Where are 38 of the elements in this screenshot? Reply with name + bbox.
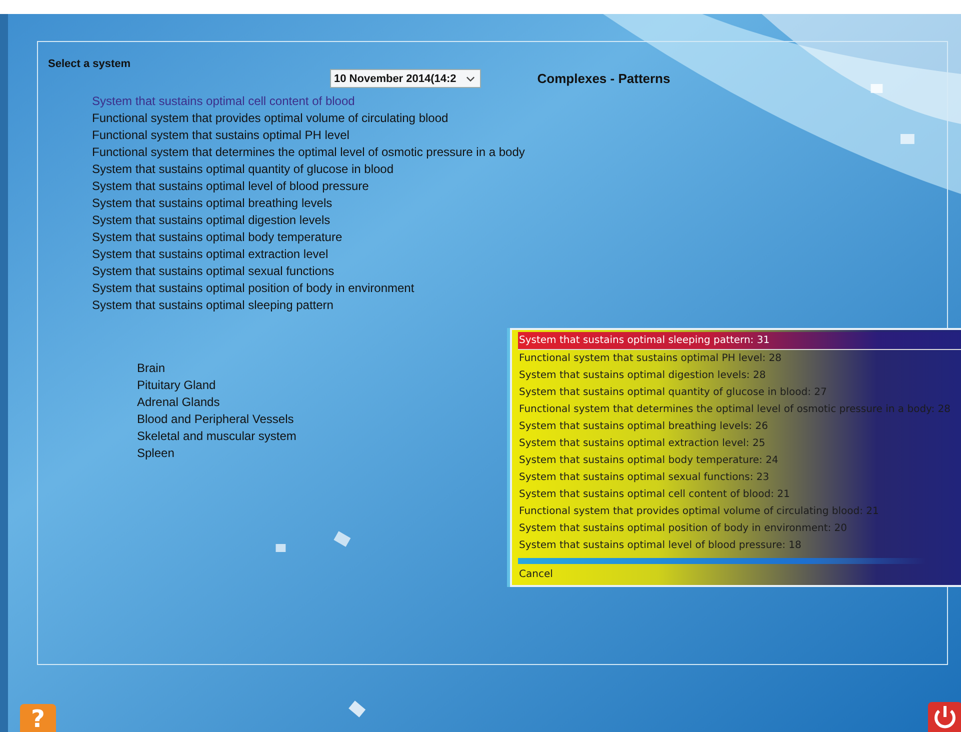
organ-item[interactable]: Skeletal and muscular system <box>137 428 296 445</box>
system-item[interactable]: System that sustains optimal body temperature <box>92 229 342 246</box>
system-item[interactable]: System that sustains optimal level of blood pressure <box>92 178 369 195</box>
system-item[interactable]: System that sustains optimal extraction level <box>92 246 328 263</box>
organ-item[interactable]: Blood and Peripheral Vessels <box>137 411 294 428</box>
system-item[interactable]: System that sustains optimal breathing levels <box>92 195 332 212</box>
system-item[interactable]: Functional system that provides optimal volume of circulating blood <box>92 110 448 127</box>
select-system-label: Select a system <box>48 58 131 70</box>
menu-item[interactable]: System that sustains optimal sexual functions: 23 <box>518 469 961 486</box>
menu-item[interactable]: Functional system that sustains optimal PH level: 28 <box>518 350 961 367</box>
organ-item[interactable]: Brain <box>137 360 166 377</box>
menu-item[interactable]: System that sustains optimal sleeping pattern: 31 <box>518 332 961 350</box>
organ-item[interactable]: Adrenal Glands <box>137 394 220 411</box>
system-item[interactable]: System that sustains optimal quantity of glucose in blood <box>92 161 394 178</box>
menu-item[interactable]: System that sustains optimal quantity of glucose in blood: 27 <box>518 384 961 401</box>
system-item[interactable]: System that sustains optimal cell content of blood <box>92 93 355 110</box>
menu-item[interactable]: System that sustains optimal level of blood pressure: 18 <box>518 537 961 554</box>
date-dropdown[interactable]: 10 November 2014(14:2 <box>330 69 482 88</box>
menu-item[interactable]: Functional system that provides optimal volume of circulating blood: 21 <box>518 503 961 520</box>
power-icon[interactable] <box>928 702 961 732</box>
system-item[interactable]: System that sustains optimal digestion levels <box>92 212 330 229</box>
menu-item[interactable]: System that sustains optimal cell content of blood: 21 <box>518 486 961 503</box>
menu-item[interactable]: System that sustains optimal position of body in environment: 20 <box>518 520 961 537</box>
system-item[interactable]: Functional system that sustains optimal PH level <box>92 127 350 144</box>
menu-item[interactable]: System that sustains optimal extraction level: 25 <box>518 435 961 452</box>
cancel-menu-item[interactable]: Cancel <box>518 566 961 583</box>
chevron-down-icon <box>466 76 476 82</box>
menu-item[interactable]: Functional system that determines the optimal level of osmotic pressure in a body: 28 <box>518 401 961 418</box>
system-item[interactable]: Functional system that determines the optimal level of osmotic pressure in a body <box>92 144 525 161</box>
organ-item[interactable]: Pituitary Gland <box>137 377 216 394</box>
menu-item[interactable]: System that sustains optimal breathing levels: 26 <box>518 418 961 435</box>
menu-item[interactable]: System that sustains optimal body temperature: 24 <box>518 452 961 469</box>
organ-item[interactable]: Spleen <box>137 445 174 462</box>
system-item[interactable]: System that sustains optimal sleeping pattern <box>92 297 334 314</box>
system-item[interactable]: System that sustains optimal sexual functions <box>92 263 334 280</box>
system-item[interactable]: System that sustains optimal position of body in environment <box>92 280 414 297</box>
menu-item[interactable]: System that sustains optimal digestion levels: 28 <box>518 367 961 384</box>
complexes-patterns-title: Complexes - Patterns <box>537 71 670 86</box>
